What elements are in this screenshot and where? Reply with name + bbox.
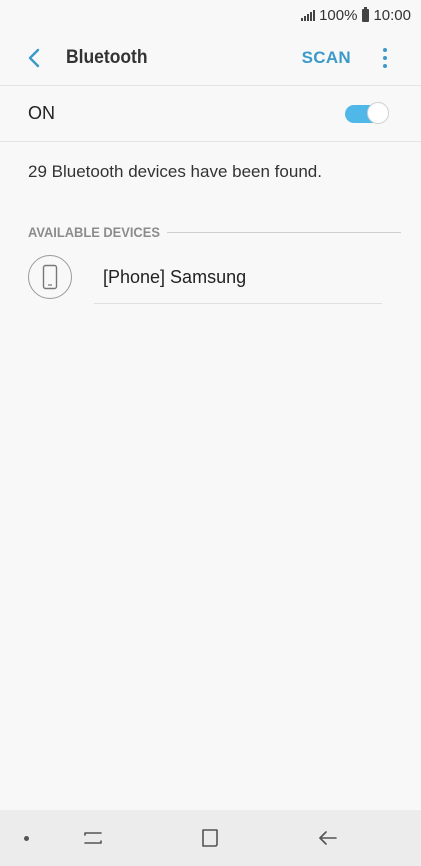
toggle-divider <box>0 141 421 142</box>
more-dot-icon <box>383 47 387 52</box>
device-name: [Phone] Samsung <box>103 266 247 287</box>
battery-percent: 100% <box>319 6 358 24</box>
page-title: Bluetooth <box>66 46 148 68</box>
home-icon <box>202 829 218 847</box>
phone-icon <box>28 255 72 299</box>
home-button[interactable] <box>196 824 224 852</box>
section-header-line <box>167 231 401 233</box>
back-button[interactable] <box>4 30 64 85</box>
device-list-item[interactable]: [Phone] Samsung <box>0 250 421 304</box>
clock: 10:00 <box>373 6 411 24</box>
signal-icon <box>301 9 316 21</box>
bluetooth-settings-screen: 100% 10:00 Bluetooth SCAN ON 29 Bluetoot… <box>0 0 421 866</box>
nav-back-button[interactable] <box>314 824 342 852</box>
status-bar: 100% 10:00 <box>0 0 421 30</box>
device-divider <box>94 303 382 304</box>
chevron-left-icon <box>28 48 40 67</box>
recent-apps-button[interactable] <box>79 824 107 852</box>
navigation-bar <box>0 810 421 866</box>
more-dot-icon <box>383 63 387 68</box>
available-devices-header: AVAILABLE DEVICES <box>28 224 401 240</box>
bluetooth-switch[interactable] <box>345 101 389 126</box>
toggle-label: ON <box>28 103 55 123</box>
more-dot-icon <box>383 55 387 60</box>
switch-thumb <box>367 101 389 124</box>
recent-apps-icon <box>84 832 102 844</box>
more-options-button[interactable] <box>373 38 397 78</box>
nav-dot-icon <box>24 836 29 841</box>
battery-icon <box>362 6 370 22</box>
section-header-label: AVAILABLE DEVICES <box>28 224 160 240</box>
scan-button[interactable]: SCAN <box>302 48 351 68</box>
app-bar: Bluetooth SCAN <box>0 30 421 85</box>
back-icon <box>319 831 337 845</box>
devices-found-message: 29 Bluetooth devices have been found. <box>28 162 322 181</box>
bluetooth-toggle-row[interactable]: ON <box>0 86 421 141</box>
